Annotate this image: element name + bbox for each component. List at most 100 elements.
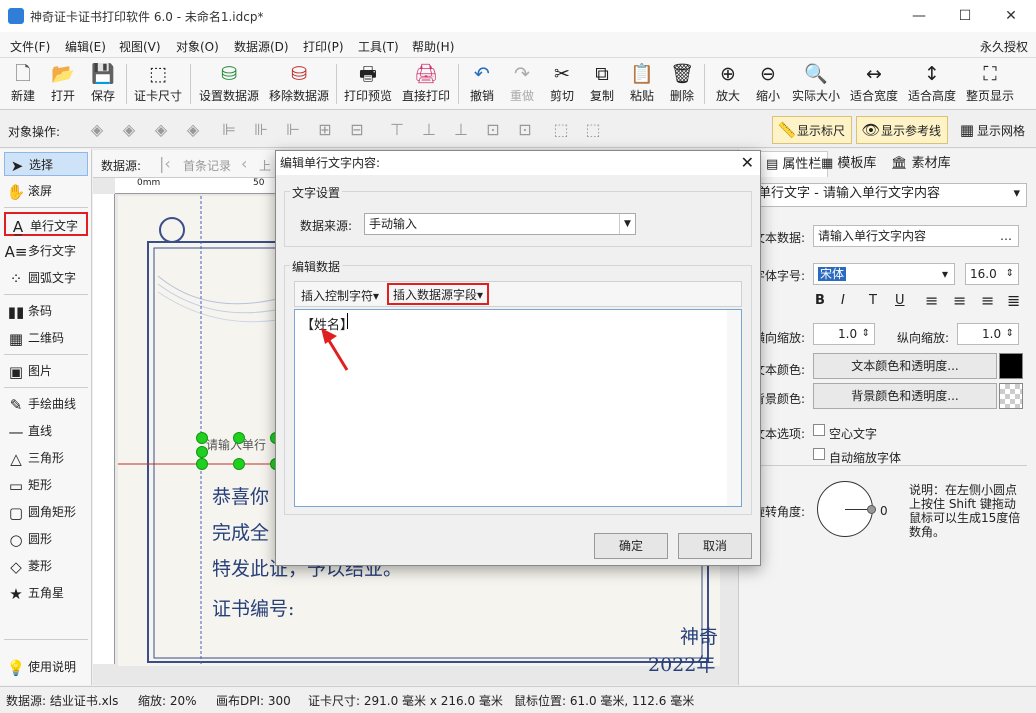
new-button[interactable]: 🗋 新建: [6, 62, 40, 108]
tool-arc-text[interactable]: ⁘ 圆弧文字: [4, 266, 88, 290]
tool-line[interactable]: — 直线: [4, 419, 88, 443]
resize-handle[interactable]: [196, 446, 208, 458]
group-icon[interactable]: ⬚: [550, 120, 572, 140]
hollow-checkbox[interactable]: [813, 424, 825, 436]
source-select[interactable]: 手动输入 ▼: [364, 213, 636, 235]
fit-width-button[interactable]: ↔ 适合宽度: [848, 62, 900, 108]
menu-print[interactable]: 打印(P): [303, 38, 344, 55]
ungroup-icon[interactable]: ⬚: [582, 120, 604, 140]
show-ruler-toggle[interactable]: 📏显示标尺: [772, 116, 853, 144]
content-textarea[interactable]: 【姓名】: [294, 309, 742, 507]
tool-circle[interactable]: ○ 圆形: [4, 527, 88, 551]
align-right-icon[interactable]: ⊩: [282, 120, 304, 140]
resize-handle[interactable]: [233, 432, 245, 444]
distribute-h-icon[interactable]: ⊞: [314, 120, 336, 140]
same-height-icon[interactable]: ⊡: [514, 120, 536, 140]
font-select[interactable]: 宋体 ▾: [813, 263, 955, 285]
remove-datasource-button[interactable]: ⛁ 移除数据源: [266, 62, 332, 108]
menu-view[interactable]: 视图(V): [119, 38, 161, 55]
align-top-icon[interactable]: ⊤: [386, 120, 408, 140]
tool-freehand[interactable]: ✎ 手绘曲线: [4, 392, 88, 416]
insert-control-char-button[interactable]: 插入控制字符▾: [301, 287, 379, 304]
tab-materials[interactable]: 🏛 素材库: [885, 151, 957, 177]
underline-icon[interactable]: U: [895, 293, 905, 308]
tool-multi-line-text[interactable]: A≡多行文字: [4, 239, 88, 263]
send-back-icon[interactable]: ◈: [118, 120, 140, 140]
menu-edit[interactable]: 编辑(E): [65, 38, 106, 55]
first-record-icon[interactable]: |‹: [159, 154, 171, 173]
text-color-swatch[interactable]: [999, 353, 1023, 379]
align-middle-icon[interactable]: ⊥: [418, 120, 440, 140]
resize-handle[interactable]: [196, 458, 208, 470]
layer-down-icon[interactable]: ◈: [182, 120, 204, 140]
strikethrough-icon[interactable]: T: [869, 293, 877, 308]
text-color-button[interactable]: 文本颜色和透明度...: [813, 353, 997, 379]
card-size-button[interactable]: ⬚ 证卡尺寸: [132, 62, 184, 108]
full-page-button[interactable]: ⛶ 整页显示: [964, 62, 1016, 108]
paste-button[interactable]: 📋 粘贴: [624, 62, 660, 108]
tool-qrcode[interactable]: ▦ 二维码: [4, 326, 88, 350]
vscale-input[interactable]: 1.0 ⇕: [957, 323, 1019, 345]
object-selector[interactable]: 单行文字 - 请输入单行文字内容 ▾: [753, 183, 1027, 207]
autoscale-checkbox[interactable]: [813, 448, 825, 460]
tool-barcode[interactable]: ▮▮ 条码: [4, 299, 88, 323]
direct-print-button[interactable]: 🖨 直接打印: [400, 62, 452, 108]
tool-scroll[interactable]: ✋ 滚屏: [4, 179, 88, 203]
tool-triangle[interactable]: △ 三角形: [4, 446, 88, 470]
tab-templates[interactable]: ▦ 模板库: [815, 151, 882, 177]
minimize-button[interactable]: —: [896, 0, 942, 32]
insert-datasource-field-button[interactable]: 插入数据源字段▾: [387, 283, 490, 305]
menu-help[interactable]: 帮助(H): [412, 38, 454, 55]
menu-datasource[interactable]: 数据源(D): [234, 38, 289, 55]
textarea-scrollbar[interactable]: [727, 310, 741, 506]
same-width-icon[interactable]: ⊡: [482, 120, 504, 140]
copy-button[interactable]: ⧉ 复制: [584, 62, 620, 108]
set-datasource-button[interactable]: ⛁ 设置数据源: [196, 62, 262, 108]
align-bottom-icon[interactable]: ⊥: [450, 120, 472, 140]
justify-text-icon[interactable]: ≣: [1007, 291, 1020, 310]
save-button[interactable]: 💾 保存: [86, 62, 120, 108]
close-button[interactable]: ✕: [988, 0, 1034, 32]
align-left-text-icon[interactable]: ≡: [925, 291, 938, 310]
tool-diamond[interactable]: ◇ 菱形: [4, 554, 88, 578]
show-guides-toggle[interactable]: 👁显示参考线: [856, 116, 949, 144]
prev-record-button[interactable]: 上: [259, 157, 271, 174]
ok-button[interactable]: 确定: [594, 533, 668, 559]
first-record-button[interactable]: 首条记录: [183, 157, 231, 174]
tool-single-line-text[interactable]: A̲ 单行文字: [4, 212, 88, 236]
redo-button[interactable]: ↷ 重做: [504, 62, 540, 108]
maximize-button[interactable]: ☐: [942, 0, 988, 32]
tool-rounded-rectangle[interactable]: ▢ 圆角矩形: [4, 500, 88, 524]
tool-select[interactable]: ➤ 选择: [4, 152, 88, 176]
font-size-input[interactable]: 16.0 ⇕: [965, 263, 1019, 285]
zoom-out-button[interactable]: ⊖ 缩小: [750, 62, 786, 108]
align-left-icon[interactable]: ⊫: [218, 120, 240, 140]
print-preview-button[interactable]: 🖶 打印预览: [342, 62, 394, 108]
menu-tools[interactable]: 工具(T): [358, 38, 399, 55]
layer-up-icon[interactable]: ◈: [150, 120, 172, 140]
italic-icon[interactable]: I: [841, 293, 845, 308]
resize-handle[interactable]: [233, 458, 245, 470]
show-grid-toggle[interactable]: ▦ 显示网格: [952, 116, 1032, 144]
delete-button[interactable]: 🗑 删除: [664, 62, 700, 108]
actual-size-button[interactable]: 🔍 实际大小: [790, 62, 842, 108]
cancel-button[interactable]: 取消: [678, 533, 752, 559]
text-data-input[interactable]: 请输入单行文字内容…: [813, 225, 1019, 247]
bg-color-swatch[interactable]: [999, 383, 1023, 409]
align-center-icon[interactable]: ⊪: [250, 120, 272, 140]
tool-rectangle[interactable]: ▭ 矩形: [4, 473, 88, 497]
undo-button[interactable]: ↶ 撤销: [464, 62, 500, 108]
align-right-text-icon[interactable]: ≡: [981, 291, 994, 310]
tool-star[interactable]: ★ 五角星: [4, 581, 88, 605]
tool-image[interactable]: ▣ 图片: [4, 359, 88, 383]
cut-button[interactable]: ✂ 剪切: [544, 62, 580, 108]
bg-color-button[interactable]: 背景颜色和透明度...: [813, 383, 997, 409]
open-button[interactable]: 📂 打开: [46, 62, 80, 108]
prev-record-icon[interactable]: ‹: [241, 154, 247, 173]
menu-object[interactable]: 对象(O): [176, 38, 219, 55]
align-center-text-icon[interactable]: ≡: [953, 291, 966, 310]
bring-front-icon[interactable]: ◈: [86, 120, 108, 140]
rotation-handle[interactable]: [867, 505, 876, 514]
dialog-close-icon[interactable]: ✕: [741, 151, 754, 175]
help-guide-button[interactable]: 💡 使用说明: [4, 655, 88, 679]
